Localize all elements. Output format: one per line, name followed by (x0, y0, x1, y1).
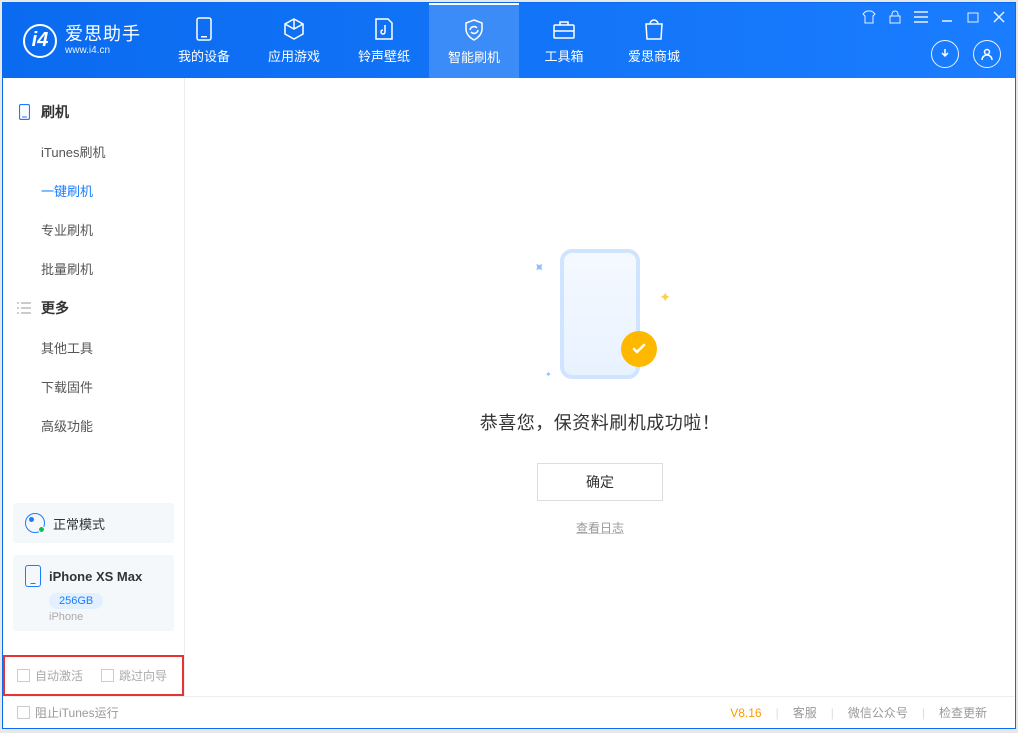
footer-link-support[interactable]: 客服 (779, 704, 831, 721)
mode-box[interactable]: 正常模式 (13, 503, 174, 543)
lock-icon[interactable] (887, 9, 903, 25)
tab-smart-flash[interactable]: 智能刷机 (429, 3, 519, 78)
tab-apps-games[interactable]: 应用游戏 (249, 3, 339, 78)
sidebar-item-batch-flash[interactable]: 批量刷机 (3, 249, 184, 288)
sidebar: 刷机 iTunes刷机 一键刷机 专业刷机 批量刷机 更多 其他工具 下载固件 … (3, 78, 185, 696)
device-name: iPhone XS Max (49, 569, 142, 584)
phone-icon (192, 17, 216, 41)
user-button[interactable] (973, 40, 1001, 68)
view-log-link[interactable]: 查看日志 (576, 519, 624, 536)
mode-label: 正常模式 (53, 514, 105, 533)
group-more: 更多 (3, 288, 184, 328)
check-badge-icon (621, 331, 657, 367)
list-icon (17, 301, 31, 315)
sidebar-item-advanced[interactable]: 高级功能 (3, 406, 184, 445)
shirt-icon[interactable] (861, 9, 877, 25)
main-content: ✦ ✦ ✦ 恭喜您，保资料刷机成功啦！ 确定 查看日志 (185, 78, 1015, 696)
toolbox-icon (552, 17, 576, 41)
close-icon[interactable] (991, 9, 1007, 25)
success-message: 恭喜您，保资料刷机成功啦！ (480, 409, 721, 435)
tab-store[interactable]: 爱思商城 (609, 3, 699, 78)
footer: 阻止iTunes运行 V8.16 | 客服 | 微信公众号 | 检查更新 (3, 696, 1015, 728)
app-window: i4 爱思助手 www.i4.cn 我的设备 应用游戏 铃声壁纸 智能刷机 (2, 2, 1016, 729)
ok-button[interactable]: 确定 (537, 463, 663, 501)
maximize-icon[interactable] (965, 9, 981, 25)
music-file-icon (372, 17, 396, 41)
tab-ringtone-wallpaper[interactable]: 铃声壁纸 (339, 3, 429, 78)
download-button[interactable] (931, 40, 959, 68)
sidebar-item-itunes-flash[interactable]: iTunes刷机 (3, 132, 184, 171)
sidebar-item-download-firmware[interactable]: 下载固件 (3, 367, 184, 406)
checkbox-icon (17, 669, 30, 682)
sidebar-item-pro-flash[interactable]: 专业刷机 (3, 210, 184, 249)
footer-link-wechat[interactable]: 微信公众号 (834, 704, 922, 721)
sparkle-icon: ✦ (659, 289, 671, 306)
device-type: iPhone (49, 611, 162, 623)
cube-icon (282, 17, 306, 41)
header: i4 爱思助手 www.i4.cn 我的设备 应用游戏 铃声壁纸 智能刷机 (3, 3, 1015, 78)
tab-my-device[interactable]: 我的设备 (159, 3, 249, 78)
checkbox-auto-activate[interactable]: 自动激活 (17, 667, 83, 684)
nav-tabs: 我的设备 应用游戏 铃声壁纸 智能刷机 工具箱 爱思商城 (159, 3, 699, 78)
footer-link-update[interactable]: 检查更新 (925, 704, 1001, 721)
app-url: www.i4.cn (65, 45, 141, 56)
window-controls (861, 9, 1007, 25)
bag-icon (642, 17, 666, 41)
sparkle-icon: ✦ (529, 257, 549, 277)
device-storage: 256GB (49, 593, 103, 609)
highlighted-options: 自动激活 跳过向导 (3, 655, 184, 696)
header-right (931, 40, 1001, 68)
version-label: V8.16 (730, 706, 761, 720)
mode-status-icon (25, 513, 45, 533)
checkbox-icon (101, 669, 114, 682)
minimize-icon[interactable] (939, 9, 955, 25)
sparkle-icon: ✦ (545, 370, 552, 379)
sidebar-item-other-tools[interactable]: 其他工具 (3, 328, 184, 367)
device-box[interactable]: iPhone XS Max 256GB iPhone (13, 555, 174, 631)
logo-icon: i4 (23, 24, 57, 58)
group-flash: 刷机 (3, 92, 184, 132)
tab-toolbox[interactable]: 工具箱 (519, 3, 609, 78)
checkbox-icon (17, 706, 30, 719)
success-illustration: ✦ ✦ ✦ (515, 239, 685, 389)
sidebar-item-oneclick-flash[interactable]: 一键刷机 (3, 171, 184, 210)
checkbox-skip-guide[interactable]: 跳过向导 (101, 667, 167, 684)
menu-icon[interactable] (913, 9, 929, 25)
body: 刷机 iTunes刷机 一键刷机 专业刷机 批量刷机 更多 其他工具 下载固件 … (3, 78, 1015, 696)
sync-shield-icon (462, 18, 486, 42)
device-icon (25, 565, 41, 587)
checkbox-stop-itunes[interactable]: 阻止iTunes运行 (17, 704, 119, 721)
logo[interactable]: i4 爱思助手 www.i4.cn (3, 3, 159, 78)
phone-small-icon (17, 105, 31, 119)
app-name: 爱思助手 (65, 25, 141, 45)
